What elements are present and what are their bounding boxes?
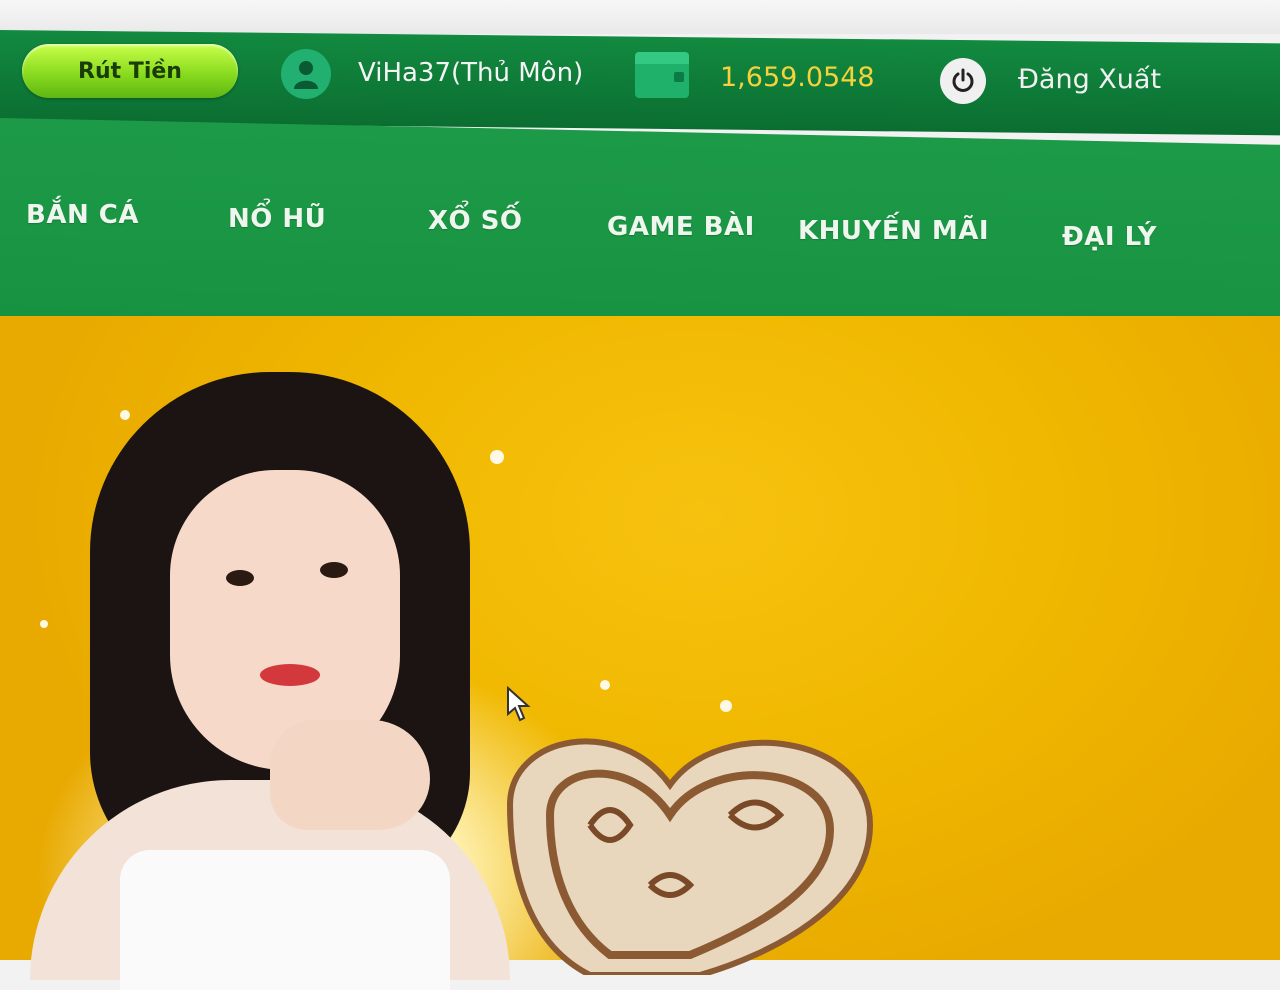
logout-link[interactable]: Đăng Xuất bbox=[1018, 64, 1161, 95]
sparkle bbox=[600, 680, 610, 690]
model-lips bbox=[260, 664, 320, 686]
nav-item-game-bai[interactable]: GAME BÀI bbox=[607, 212, 755, 242]
sparkle bbox=[490, 450, 504, 464]
nav-item-no-hu[interactable]: NỔ HŨ bbox=[228, 204, 326, 234]
model-eye bbox=[226, 570, 254, 586]
nav-item-xo-so[interactable]: XỔ SỐ bbox=[428, 206, 523, 236]
username-label[interactable]: ViHa37(Thủ Môn) bbox=[358, 58, 583, 88]
mouse-cursor-icon bbox=[507, 686, 531, 722]
sparkle bbox=[720, 700, 732, 712]
model-top bbox=[120, 850, 450, 990]
heart-chip-icon bbox=[506, 738, 874, 975]
nav-item-khuyen-mai[interactable]: KHUYẾN MÃI bbox=[798, 216, 989, 246]
sparkle bbox=[40, 620, 48, 628]
balance-value: 1,659.0548 bbox=[720, 62, 875, 93]
wallet-icon bbox=[635, 52, 689, 98]
power-icon[interactable] bbox=[940, 58, 986, 104]
model-hand bbox=[270, 720, 430, 830]
nav-item-dai-ly[interactable]: ĐẠI LÝ bbox=[1062, 222, 1157, 252]
browser-top-strip bbox=[0, 0, 1280, 34]
model-eye bbox=[320, 562, 348, 578]
nav-item-ban-ca[interactable]: BẮN CÁ bbox=[26, 200, 139, 230]
user-icon[interactable] bbox=[281, 49, 331, 99]
withdraw-button[interactable]: Rút Tiền bbox=[22, 44, 238, 98]
sparkle bbox=[120, 410, 130, 420]
